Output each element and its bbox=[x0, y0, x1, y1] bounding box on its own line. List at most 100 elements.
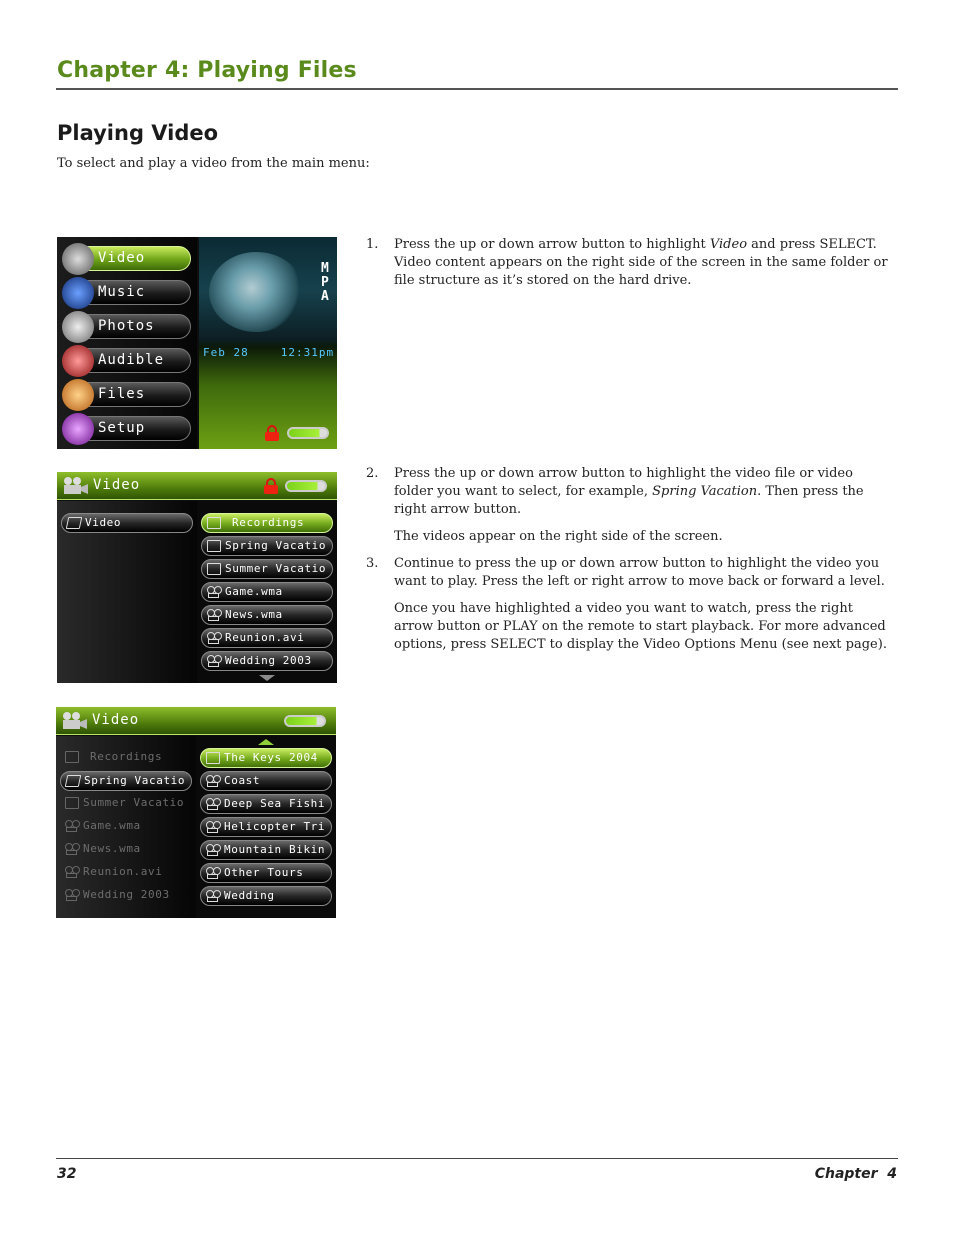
folder-icon bbox=[207, 517, 221, 529]
list-item[interactable]: Other Tours bbox=[200, 863, 332, 883]
list-item-label: Wedding 2003 bbox=[225, 654, 312, 667]
list-item[interactable]: Deep Sea Fishi bbox=[200, 794, 332, 814]
lock-icon bbox=[264, 478, 278, 494]
folder-icon bbox=[62, 379, 94, 411]
list-item[interactable]: Game.wma bbox=[201, 582, 333, 602]
battery-icon bbox=[284, 715, 326, 727]
list-item[interactable]: Video bbox=[61, 513, 193, 533]
folder-icon bbox=[207, 563, 221, 575]
list-item[interactable]: Spring Vacatio bbox=[60, 771, 192, 791]
top-rule bbox=[56, 88, 898, 90]
video-file-icon bbox=[65, 820, 80, 832]
video-file-icon bbox=[207, 632, 222, 644]
list-item[interactable]: Reunion.avi bbox=[60, 863, 192, 883]
list-item[interactable]: Wedding bbox=[200, 886, 332, 906]
list-item-label: Deep Sea Fishi bbox=[224, 797, 326, 810]
video-file-icon bbox=[206, 775, 221, 787]
list-item-label: Reunion.avi bbox=[225, 631, 305, 644]
list-item-label: Spring Vacatio bbox=[225, 539, 327, 552]
list-item[interactable]: Coast bbox=[200, 771, 332, 791]
menu-item-label: Files bbox=[98, 386, 146, 402]
preview-image: MPA Feb 28 12:31pm bbox=[199, 237, 337, 449]
video-file-icon bbox=[207, 586, 222, 598]
list-item-label: Wedding 2003 bbox=[83, 888, 170, 901]
right-pane: The Keys 2004 Coast Deep Sea Fishi Helic… bbox=[196, 736, 336, 918]
folder-icon bbox=[65, 751, 79, 763]
bottom-rule bbox=[56, 1158, 898, 1159]
step-number: 1. bbox=[366, 237, 379, 252]
video-file-icon bbox=[207, 609, 222, 621]
camera-icon bbox=[62, 311, 94, 343]
audible-icon bbox=[62, 345, 94, 377]
list-item-label: Summer Vacatio bbox=[225, 562, 327, 575]
list-item-label: Game.wma bbox=[225, 585, 283, 598]
list-item[interactable]: The Keys 2004 bbox=[200, 748, 332, 768]
list-item[interactable]: Summer Vacatio bbox=[201, 559, 333, 579]
list-item-label: The Keys 2004 bbox=[224, 751, 318, 764]
video-camera-icon bbox=[62, 243, 94, 275]
video-file-icon bbox=[206, 890, 221, 902]
list-item[interactable]: Wedding 2003 bbox=[201, 651, 333, 671]
menu-item-files[interactable]: Files bbox=[62, 379, 191, 411]
menu-item-audible[interactable]: Audible bbox=[62, 345, 191, 377]
step-note: Once you have highlighted a video you wa… bbox=[394, 601, 887, 652]
list-item[interactable]: News.wma bbox=[201, 605, 333, 625]
list-item-label: News.wma bbox=[83, 842, 141, 855]
step-number: 2. bbox=[366, 466, 379, 481]
date-time: Feb 28 12:31pm bbox=[203, 346, 334, 359]
video-file-icon bbox=[206, 821, 221, 833]
video-file-icon bbox=[65, 889, 80, 901]
list-item[interactable]: Recordings bbox=[201, 513, 333, 533]
list-item-label: Helicopter Tri bbox=[224, 820, 326, 833]
screen-title: Video bbox=[93, 477, 141, 493]
menu-item-label: Audible bbox=[98, 352, 165, 368]
footer-chapter: Chapter 4 bbox=[814, 1166, 897, 1182]
list-item[interactable]: Summer Vacatio bbox=[60, 794, 192, 814]
list-item-label: Spring Vacatio bbox=[84, 774, 186, 787]
video-folder-screen: Video Recordings Spring Vacatio Summer V… bbox=[56, 707, 336, 918]
list-item[interactable]: Game.wma bbox=[60, 817, 192, 837]
list-item-label: Reunion.avi bbox=[83, 865, 163, 878]
step-2: 2. Press the up or down arrow button to … bbox=[366, 465, 896, 519]
list-item-label: Summer Vacatio bbox=[83, 796, 185, 809]
video-camera-icon bbox=[63, 712, 87, 729]
chapter-heading: Chapter 4: Playing Files bbox=[57, 58, 357, 83]
list-item[interactable]: Mountain Bikin bbox=[200, 840, 332, 860]
film-reel-image bbox=[209, 252, 304, 332]
list-item[interactable]: Recordings bbox=[60, 748, 192, 768]
screen-titlebar: Video bbox=[56, 707, 336, 735]
list-item-label: Video bbox=[85, 516, 122, 529]
screen-titlebar: Video bbox=[57, 472, 337, 500]
menu-item-video[interactable]: Video bbox=[62, 243, 191, 275]
list-item-label: Coast bbox=[224, 774, 261, 787]
setup-icon bbox=[62, 413, 94, 445]
list-item[interactable]: Helicopter Tri bbox=[200, 817, 332, 837]
menu-item-music[interactable]: Music bbox=[62, 277, 191, 309]
right-pane: Recordings Spring Vacatio Summer Vacatio… bbox=[197, 501, 337, 683]
list-item[interactable]: Wedding 2003 bbox=[60, 886, 192, 906]
menu-item-setup[interactable]: Setup bbox=[62, 413, 191, 445]
main-menu-list: Video Music Photos Audible Files Setup bbox=[57, 237, 197, 449]
step-3: 3. Continue to press the up or down arro… bbox=[366, 555, 896, 591]
step-text: Continue to press the up or down arrow b… bbox=[394, 556, 885, 589]
list-item-label: News.wma bbox=[225, 608, 283, 621]
main-menu-screen: Video Music Photos Audible Files Setup M… bbox=[57, 237, 337, 449]
list-item[interactable]: News.wma bbox=[60, 840, 192, 860]
folder-icon bbox=[206, 752, 220, 764]
lock-icon bbox=[265, 425, 279, 441]
folder-icon bbox=[207, 540, 221, 552]
list-item[interactable]: Reunion.avi bbox=[201, 628, 333, 648]
intro-text: To select and play a video from the main… bbox=[57, 156, 370, 171]
scroll-down-icon[interactable] bbox=[259, 675, 275, 681]
list-item-label: Mountain Bikin bbox=[224, 843, 326, 856]
headphones-icon bbox=[62, 277, 94, 309]
list-item[interactable]: Spring Vacatio bbox=[201, 536, 333, 556]
step-text: Press the up or down arrow button to hig… bbox=[394, 237, 888, 288]
menu-item-label: Video bbox=[98, 250, 146, 266]
scroll-up-icon[interactable] bbox=[258, 739, 274, 745]
video-file-icon bbox=[206, 798, 221, 810]
step-number: 3. bbox=[366, 556, 379, 571]
section-title: Playing Video bbox=[57, 121, 219, 145]
list-item-label: Recordings bbox=[90, 750, 163, 763]
menu-item-photos[interactable]: Photos bbox=[62, 311, 191, 343]
